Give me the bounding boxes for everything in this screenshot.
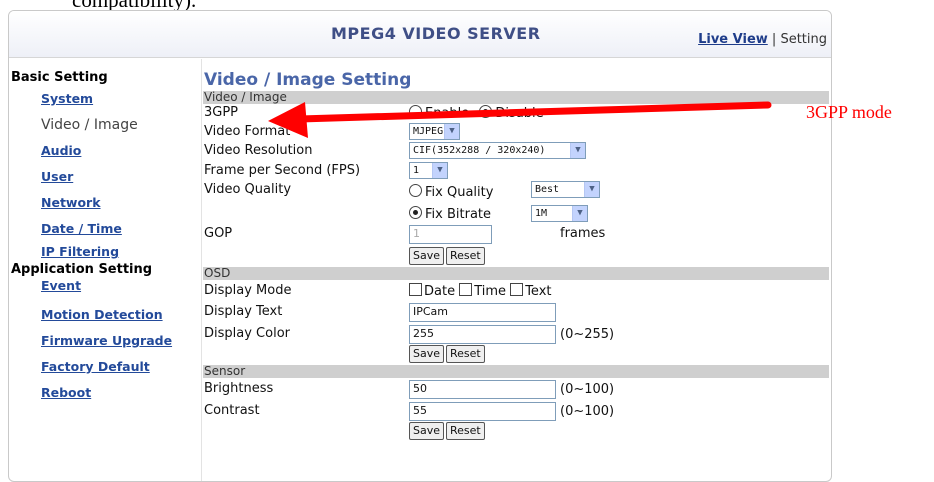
arrow-head-icon — [268, 102, 308, 138]
arrow-shaft — [296, 101, 772, 123]
annotation-arrow — [268, 101, 772, 138]
annotation-label: 3GPP mode — [806, 102, 892, 122]
